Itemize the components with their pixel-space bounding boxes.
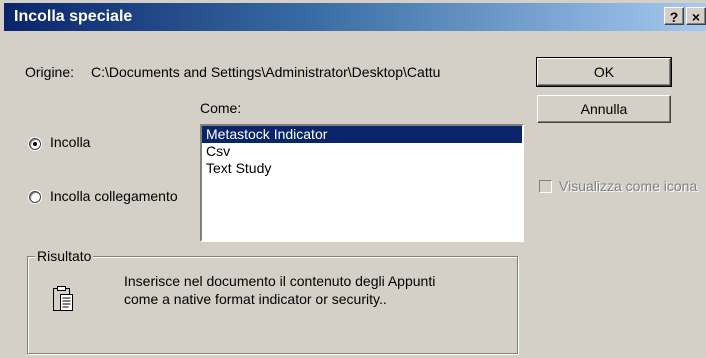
ok-button[interactable]: OK [536,57,672,87]
result-group: Risultato Inserisce nel documento il con… [27,248,518,354]
help-button[interactable]: ? [664,7,684,25]
result-line-2: come a native format indicator or securi… [124,291,387,307]
display-as-icon-checkbox[interactable] [539,180,552,193]
as-label: Come: [200,100,242,116]
paste-radio[interactable] [29,138,41,150]
result-group-title: Risultato [35,248,94,264]
help-icon: ? [669,9,679,25]
clipboard-icon [52,285,74,318]
source-path: C:\Documents and Settings\Administrator\… [91,64,441,80]
list-item-csv[interactable]: Csv [202,143,522,160]
window-title: Incolla speciale [14,8,133,25]
cancel-button[interactable]: Annulla [537,95,671,123]
format-listbox[interactable]: Metastock Indicator Csv Text Study [200,124,524,242]
close-button[interactable]: × [686,7,706,25]
list-item-text-study[interactable]: Text Study [202,160,522,177]
result-description: Inserisce nel documento il contenuto deg… [124,272,435,308]
paste-special-dialog: Incolla speciale ? × Origine: C:\Documen… [0,0,706,358]
result-line-1: Inserisce nel documento il contenuto deg… [124,273,436,289]
close-icon: × [691,9,701,25]
radio-selected-dot [33,142,37,146]
paste-radio-label[interactable]: Incolla [50,134,90,150]
paste-link-radio[interactable] [29,191,41,203]
title-bar[interactable]: Incolla speciale ? × [4,3,706,31]
source-label: Origine: [25,64,75,80]
list-item-metastock-indicator[interactable]: Metastock Indicator [202,126,522,143]
display-as-icon-label: Visualizza come icona [559,178,698,194]
paste-link-radio-label[interactable]: Incolla collegamento [50,188,178,204]
